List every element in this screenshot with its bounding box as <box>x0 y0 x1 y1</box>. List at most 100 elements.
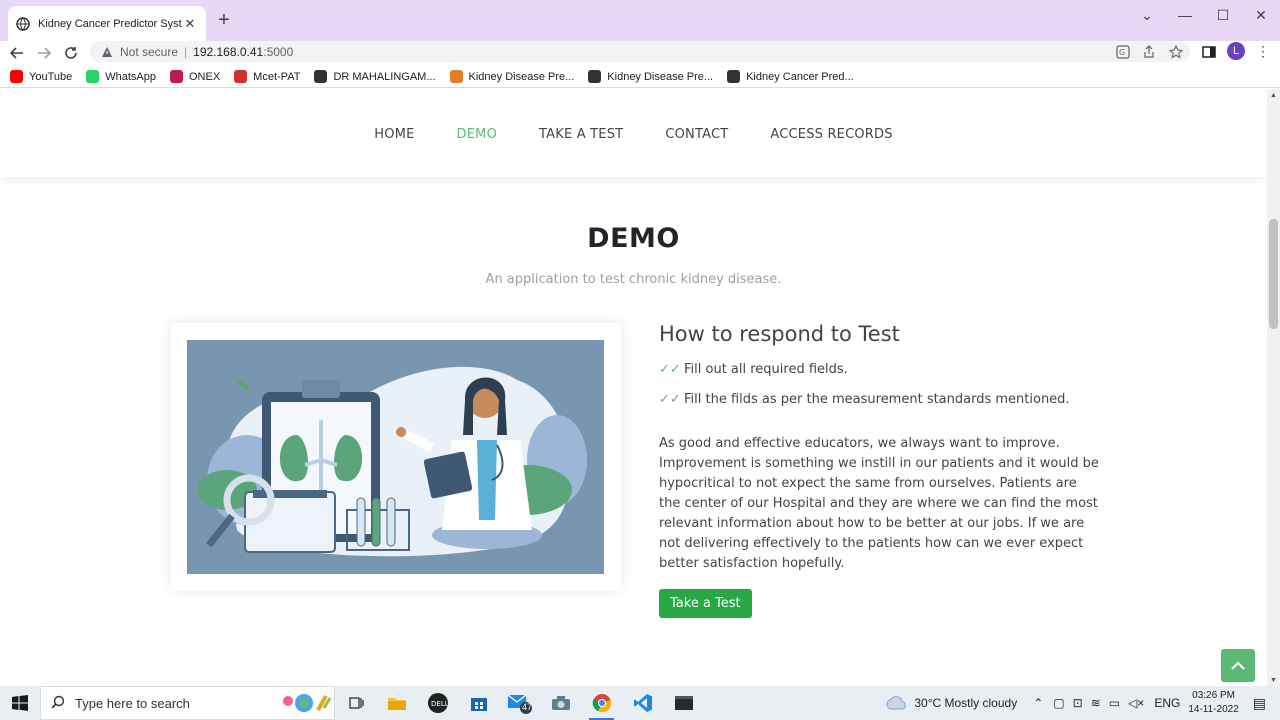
bookmark-label: Mcet-PAT <box>253 70 301 83</box>
bookmark-item[interactable]: Mcet-PAT <box>234 70 300 83</box>
bookmark-favicon-icon <box>449 70 463 83</box>
content-heading: How to respond to Test <box>659 322 900 346</box>
nav-link-contact[interactable]: CONTACT <box>665 127 728 142</box>
taskbar-search[interactable]: Type here to search <box>40 686 335 720</box>
close-tab-icon[interactable]: ✕ <box>182 16 198 32</box>
meet-now-icon[interactable]: ▢ <box>1053 696 1064 710</box>
warning-icon <box>102 46 112 57</box>
scrollbar-thumb[interactable] <box>1269 219 1278 329</box>
url-port: :5000 <box>263 44 294 59</box>
back-to-top-button[interactable] <box>1221 649 1255 682</box>
scroll-down-arrow-icon[interactable]: ▼ <box>1269 677 1278 685</box>
bookmark-favicon-icon <box>169 70 183 83</box>
nav-link-demo[interactable]: DEMO <box>457 127 497 142</box>
translate-icon[interactable]: G <box>1116 45 1130 59</box>
cloud-weather-icon <box>886 696 907 710</box>
bookmark-item[interactable]: YouTube <box>10 70 72 83</box>
windows-taskbar: Type here to search DELL 47 30°C Mostly … <box>0 686 1280 720</box>
share-icon[interactable] <box>1142 45 1156 59</box>
bookmark-item[interactable]: ONEX <box>169 70 221 83</box>
star-icon[interactable] <box>1169 45 1183 59</box>
nav-link-access-records[interactable]: ACCESS RECORDS <box>770 127 892 142</box>
battery-icon[interactable]: ▭ <box>1109 696 1120 710</box>
bookmark-item[interactable]: DR MAHALINGAM... <box>314 70 436 83</box>
browser-menu-icon[interactable]: ⋮ <box>1256 43 1270 60</box>
bookmark-label: Kidney Disease Pre... <box>468 70 575 83</box>
checklist-text: Fill out all required fields. <box>684 361 848 377</box>
arrow-right-icon <box>38 47 51 59</box>
windows-logo-icon <box>12 695 28 711</box>
language-indicator[interactable]: ENG <box>1154 696 1180 710</box>
store-button[interactable] <box>458 686 499 720</box>
reload-button[interactable] <box>61 43 81 63</box>
chrome-icon <box>592 694 611 712</box>
nav-link-home[interactable]: HOME <box>374 127 414 142</box>
mail-button[interactable]: 47 <box>499 686 540 720</box>
terminal-button[interactable] <box>663 686 704 720</box>
minimize-button[interactable]: — <box>1166 0 1204 30</box>
bookmark-favicon-icon <box>727 70 741 83</box>
weather-text[interactable]: 30°C Mostly cloudy <box>914 696 1017 710</box>
bookmark-item[interactable]: Kidney Disease Pre... <box>449 70 575 83</box>
page-scrollbar[interactable]: ▲ ▼ <box>1267 89 1280 686</box>
file-explorer-button[interactable] <box>376 686 417 720</box>
dell-app-button[interactable]: DELL <box>417 686 458 720</box>
svg-text:G: G <box>1119 48 1125 57</box>
svg-text:DELL: DELL <box>431 700 449 708</box>
bookmark-favicon-icon <box>588 70 602 83</box>
bookmark-label: Kidney Disease Pre... <box>607 70 714 83</box>
nav-link-take-a-test[interactable]: TAKE A TEST <box>539 127 623 142</box>
mail-badge: 47 <box>522 702 533 712</box>
bookmark-label: WhatsApp <box>105 70 156 83</box>
camera-button[interactable] <box>540 686 581 720</box>
maximize-button[interactable]: ☐ <box>1204 0 1242 30</box>
new-tab-button[interactable]: + <box>214 10 234 30</box>
profile-avatar[interactable]: L <box>1227 42 1245 60</box>
arrow-left-icon <box>10 47 23 59</box>
close-window-button[interactable]: ✕ <box>1242 0 1280 30</box>
start-button[interactable] <box>0 686 40 720</box>
side-panel-icon[interactable] <box>1202 45 1216 59</box>
chevron-up-icon <box>1231 660 1245 670</box>
security-label: Not secure <box>120 44 179 59</box>
dell-logo-icon: DELL <box>427 693 449 713</box>
chrome-button[interactable] <box>581 686 622 720</box>
scroll-up-arrow-icon[interactable]: ▲ <box>1269 92 1278 100</box>
doctor-kidney-illustration <box>187 340 604 574</box>
browser-tab-strip: Kidney Cancer Predictor System ✕ + ⌄ — ☐… <box>0 0 1280 41</box>
bookmark-item[interactable]: WhatsApp <box>86 70 156 83</box>
vscode-icon <box>633 694 652 712</box>
notification-icon[interactable]: ▤ <box>1253 695 1266 712</box>
section-subtitle: An application to test chronic kidney di… <box>485 272 782 287</box>
task-view-button[interactable] <box>335 686 376 720</box>
folder-icon <box>387 698 406 710</box>
bookmark-item[interactable]: Kidney Disease Pre... <box>588 70 713 83</box>
volume-muted-icon[interactable]: ◁× <box>1128 696 1144 710</box>
chevron-up-icon[interactable]: ⌃ <box>1033 696 1043 710</box>
vscode-button[interactable] <box>622 686 663 720</box>
system-tray: 30°C Mostly cloudy ⌃ ▢ ⊡ ≋ ▭ ◁× ENG 03:2… <box>884 686 1280 720</box>
browser-toolbar: Not secure | 192.168.0.41:5000 G L ⋮ <box>0 41 1280 65</box>
wifi-icon[interactable]: ≋ <box>1091 696 1101 710</box>
task-view-icon <box>348 697 364 709</box>
url-host: 192.168.0.41 <box>193 44 264 59</box>
store-icon <box>470 698 487 711</box>
site-navigation: HOME DEMO TAKE A TEST CONTACT ACCESS RECORDS <box>0 89 1267 177</box>
search-highlight-icon <box>283 694 332 712</box>
bookmark-favicon-icon <box>314 70 328 83</box>
back-button[interactable] <box>7 43 27 63</box>
address-bar[interactable]: Not secure | 192.168.0.41:5000 G <box>90 41 1190 62</box>
bookmark-label: YouTube <box>29 70 73 83</box>
display-icon[interactable]: ⊡ <box>1073 696 1083 710</box>
browser-tab[interactable]: Kidney Cancer Predictor System ✕ <box>8 6 206 41</box>
forward-button[interactable] <box>34 43 54 63</box>
bookmark-label: ONEX <box>188 70 221 83</box>
tab-search-icon[interactable]: ⌄ <box>1128 0 1166 30</box>
checklist-item: ✓✓ Fill the filds as per the measurement… <box>659 384 1099 414</box>
terminal-icon <box>674 696 693 710</box>
description-paragraph: As good and effective educators, we alwa… <box>659 436 1099 571</box>
clock[interactable]: 03:26 PM 14-11-2022 <box>1188 689 1238 717</box>
take-a-test-button[interactable]: Take a Test <box>659 589 752 618</box>
bookmark-item[interactable]: Kidney Cancer Pred... <box>727 70 854 83</box>
checklist-item: ✓✓ Fill out all required fields. <box>659 354 1099 384</box>
